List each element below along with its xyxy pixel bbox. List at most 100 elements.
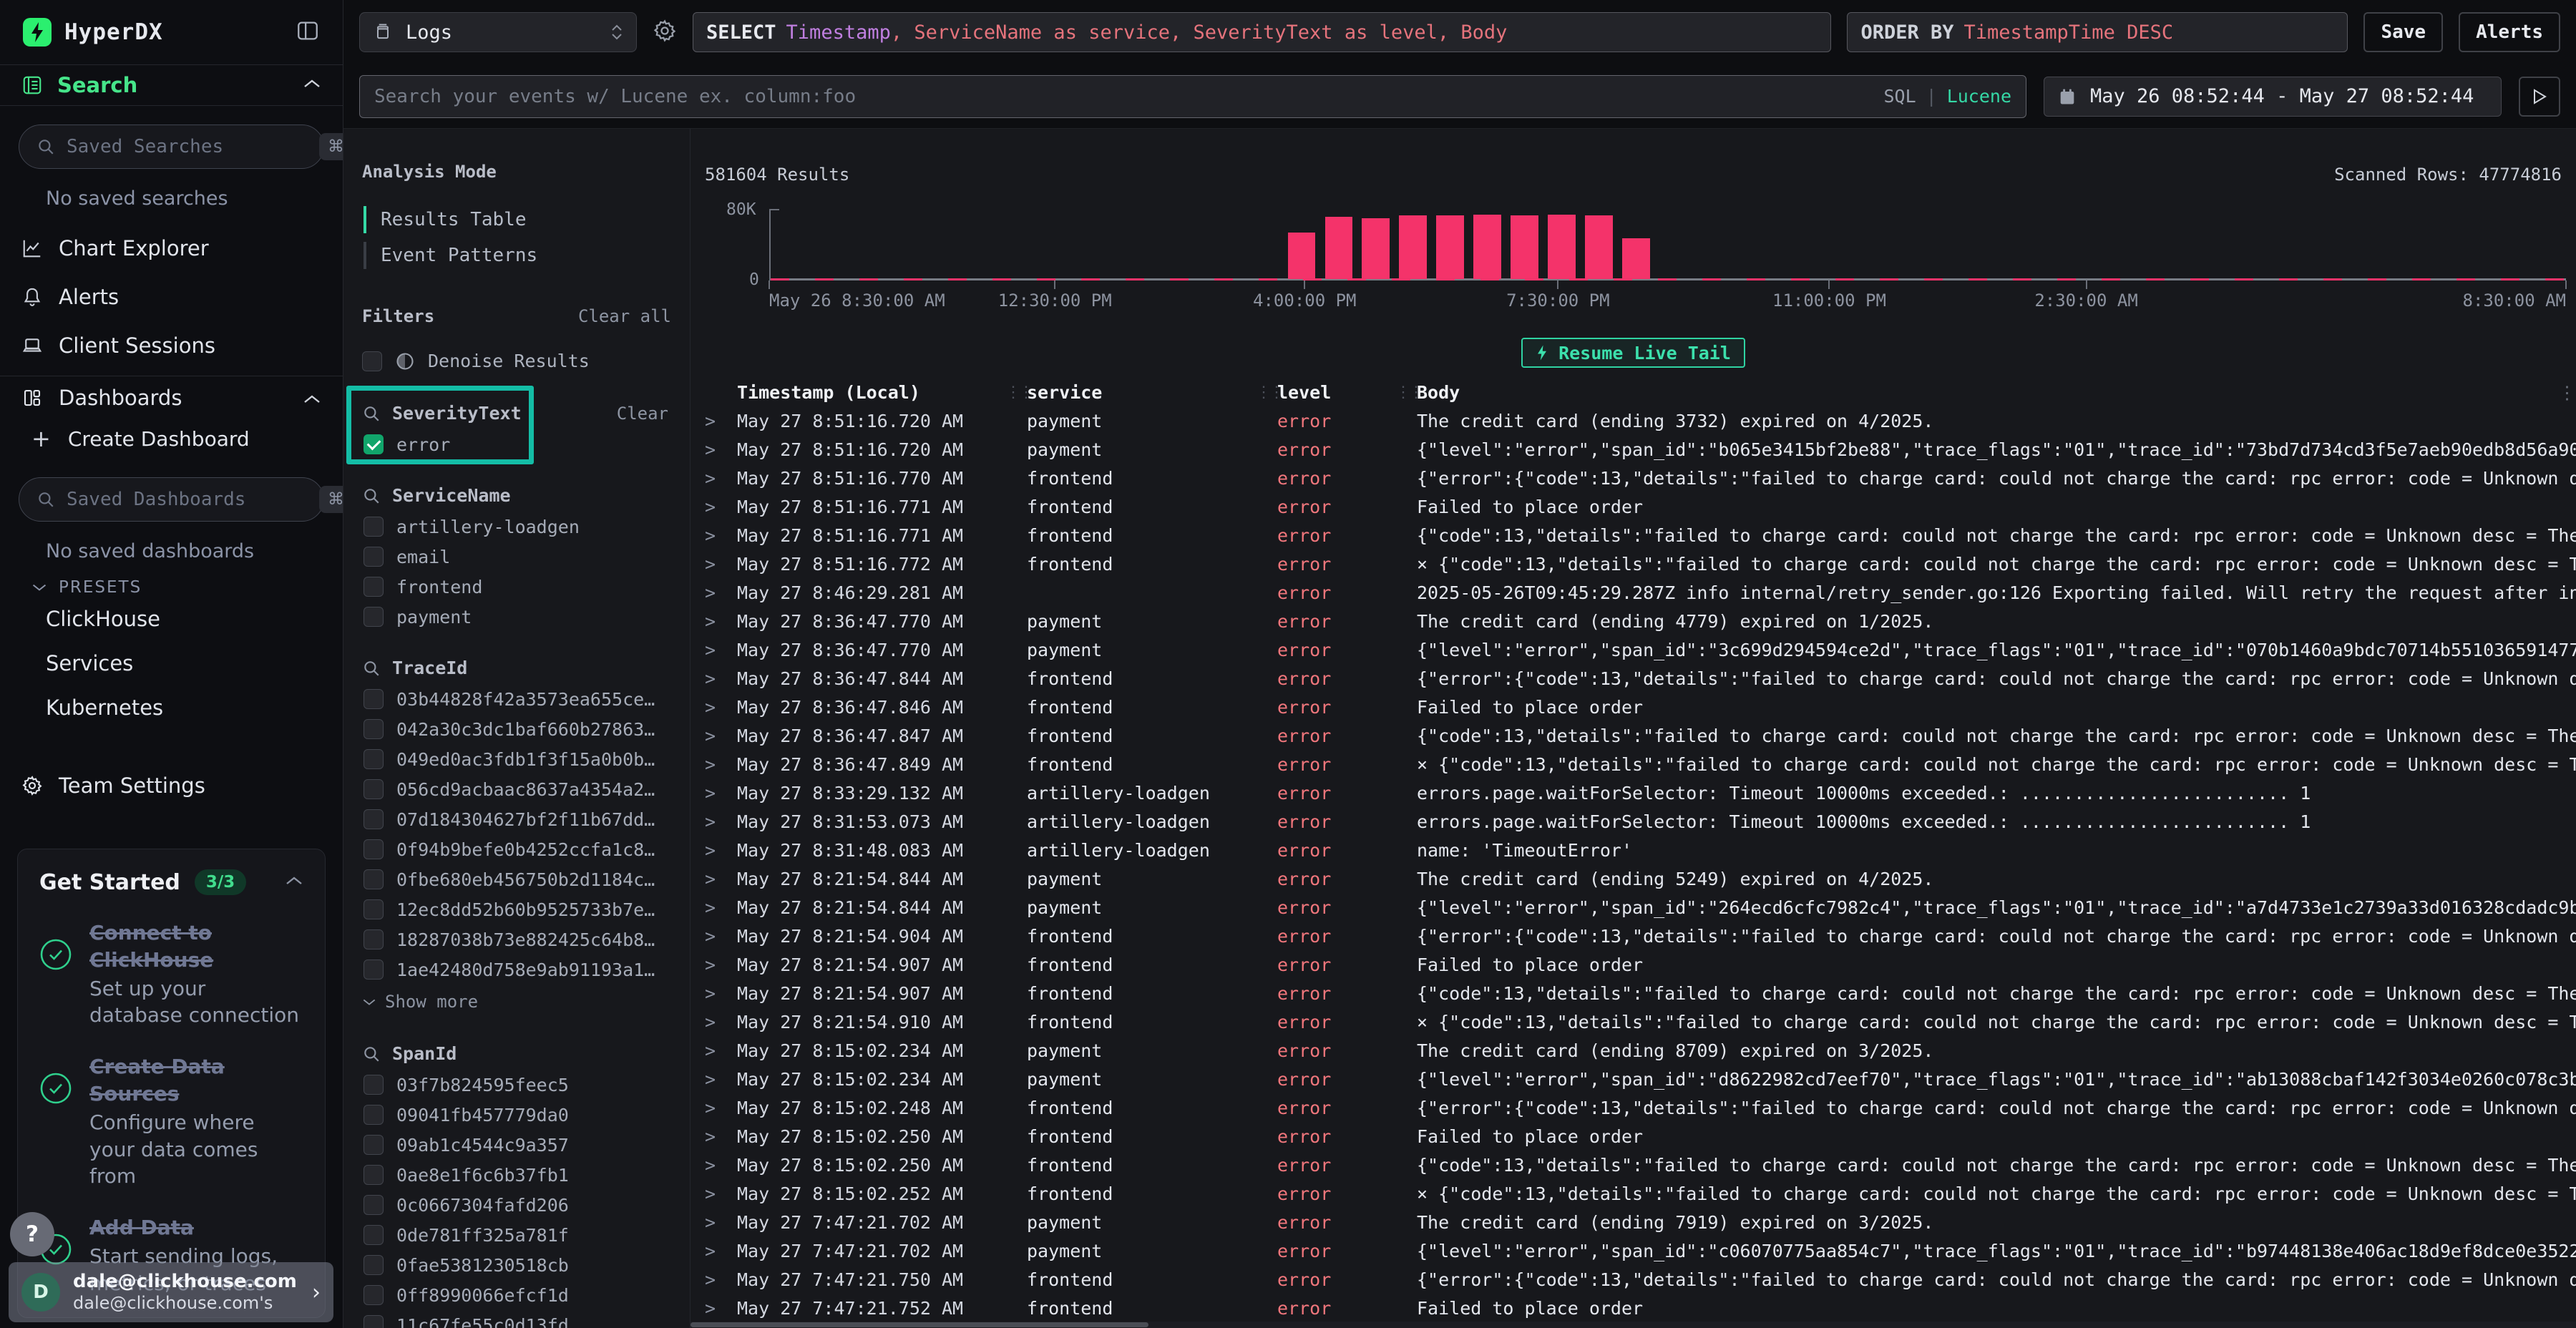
results-histogram[interactable]: 80K 0 xyxy=(769,209,2566,280)
checkbox[interactable] xyxy=(364,960,384,980)
table-row[interactable]: >May 27 8:36:47.770 AMpaymenterrorThe cr… xyxy=(705,607,2576,635)
user-menu[interactable]: D dale@clickhouse.com dale@clickhouse.co… xyxy=(9,1262,333,1322)
chevron-up-icon[interactable] xyxy=(303,78,321,92)
checkbox[interactable] xyxy=(364,779,384,799)
event-search-field[interactable] xyxy=(374,86,1883,107)
checkbox[interactable] xyxy=(364,1255,384,1275)
filter-value-row[interactable]: artillery-loadgen xyxy=(362,517,671,536)
table-row[interactable]: >May 27 8:21:54.907 AMfrontenderrorFaile… xyxy=(705,950,2576,979)
table-options-icon[interactable]: ⋮ xyxy=(2550,382,2576,403)
filter-value-row[interactable]: 0ae8e1f6c6b37fb1 xyxy=(362,1166,671,1184)
filter-value-row[interactable]: 0ff8990066efcf1d xyxy=(362,1286,671,1304)
saved-searches-input[interactable]: ⌘K xyxy=(19,125,324,169)
row-expand-chevron[interactable]: > xyxy=(705,754,737,775)
get-started-header[interactable]: Get Started 3/3 xyxy=(39,869,303,895)
table-row[interactable]: >May 27 8:15:02.248 AMfrontenderror{"err… xyxy=(705,1093,2576,1122)
filter-clear-link[interactable]: Clear xyxy=(617,404,668,424)
table-row[interactable]: >May 27 8:36:47.849 AMfrontenderror× {"c… xyxy=(705,750,2576,778)
chevron-up-icon[interactable] xyxy=(285,875,303,889)
row-expand-chevron[interactable]: > xyxy=(705,840,737,861)
denoise-results-checkbox[interactable]: Denoise Results xyxy=(362,351,671,371)
checkbox[interactable] xyxy=(364,434,384,454)
source-settings-gear-icon[interactable] xyxy=(653,19,677,46)
select-clause-editor[interactable]: SELECT Timestamp , ServiceName as servic… xyxy=(693,12,1831,52)
row-expand-chevron[interactable]: > xyxy=(705,582,737,603)
saved-dashboards-field[interactable] xyxy=(67,489,308,510)
sidebar-item-kubernetes[interactable]: Kubernetes xyxy=(0,685,343,730)
column-resize-handle[interactable]: ⋮⋮ xyxy=(1256,384,1277,401)
filter-value-row[interactable]: 0fae5381230518cb xyxy=(362,1256,671,1274)
row-expand-chevron[interactable]: > xyxy=(705,783,737,804)
table-row[interactable]: >May 27 8:33:29.132 AMartillery-loadgene… xyxy=(705,778,2576,807)
row-expand-chevron[interactable]: > xyxy=(705,954,737,975)
checkbox[interactable] xyxy=(364,1285,384,1305)
checkbox[interactable] xyxy=(364,719,384,739)
table-row[interactable]: >May 27 8:15:02.234 AMpaymenterrorThe cr… xyxy=(705,1036,2576,1065)
histogram-bar[interactable] xyxy=(1548,215,1576,279)
mode-sql-label[interactable]: SQL xyxy=(1883,86,1916,107)
table-row[interactable]: >May 27 8:51:16.720 AMpaymenterrorThe cr… xyxy=(705,406,2576,435)
table-row[interactable]: >May 27 8:51:16.771 AMfrontenderrorFaile… xyxy=(705,492,2576,521)
filter-value-row[interactable]: 049ed0ac3fdb1f3f15a0b0b… xyxy=(362,750,671,768)
histogram-bar[interactable] xyxy=(1511,215,1538,279)
row-expand-chevron[interactable]: > xyxy=(705,1183,737,1204)
filter-value-row[interactable]: 03b44828f42a3573ea655ce… xyxy=(362,690,671,708)
source-select[interactable]: Logs xyxy=(359,12,637,52)
help-button[interactable]: ? xyxy=(10,1212,54,1256)
histogram-bar[interactable] xyxy=(1585,215,1613,279)
checkbox[interactable] xyxy=(364,1105,384,1125)
table-row[interactable]: >May 27 8:21:54.844 AMpaymenterror{"leve… xyxy=(705,893,2576,922)
date-range-picker[interactable]: May 26 08:52:44 - May 27 08:52:44 xyxy=(2044,77,2502,117)
table-row[interactable]: >May 27 7:47:21.752 AMfrontenderrorFaile… xyxy=(705,1294,2576,1322)
column-resize-handle[interactable]: ⋮⋮ xyxy=(1005,384,1027,401)
save-button[interactable]: Save xyxy=(2363,12,2443,52)
row-expand-chevron[interactable]: > xyxy=(705,1069,737,1090)
row-expand-chevron[interactable]: > xyxy=(705,439,737,460)
table-row[interactable]: >May 27 8:51:16.770 AMfrontenderror{"err… xyxy=(705,464,2576,492)
histogram-bar[interactable] xyxy=(1362,218,1390,279)
sidebar-item-team-settings[interactable]: Team Settings xyxy=(0,763,343,809)
row-expand-chevron[interactable]: > xyxy=(705,1241,737,1261)
row-expand-chevron[interactable]: > xyxy=(705,1269,737,1290)
event-search-input[interactable]: SQL | Lucene xyxy=(359,75,2026,118)
column-header-timestamp[interactable]: Timestamp (Local) xyxy=(737,382,1005,403)
row-expand-chevron[interactable]: > xyxy=(705,468,737,489)
mode-lucene-label[interactable]: Lucene xyxy=(1947,86,2011,107)
filter-value-row[interactable]: 0de781ff325a781f xyxy=(362,1226,671,1244)
alerts-button[interactable]: Alerts xyxy=(2459,12,2560,52)
checkbox[interactable] xyxy=(364,1075,384,1095)
table-row[interactable]: >May 27 8:15:02.252 AMfrontenderror× {"c… xyxy=(705,1179,2576,1208)
row-expand-chevron[interactable]: > xyxy=(705,897,737,918)
row-expand-chevron[interactable]: > xyxy=(705,668,737,689)
filter-value-row[interactable]: 07d184304627bf2f11b67dd… xyxy=(362,810,671,829)
row-expand-chevron[interactable]: > xyxy=(705,811,737,832)
checkbox[interactable] xyxy=(364,517,384,537)
filter-value-row[interactable]: error xyxy=(362,435,671,454)
row-expand-chevron[interactable]: > xyxy=(705,1098,737,1118)
table-row[interactable]: >May 27 8:31:48.083 AMartillery-loadgene… xyxy=(705,836,2576,864)
filter-value-row[interactable]: 042a30c3dc1baf660b27863… xyxy=(362,720,671,738)
table-row[interactable]: >May 27 8:51:16.772 AMfrontenderror× {"c… xyxy=(705,550,2576,578)
show-more-link[interactable]: Show more xyxy=(362,992,671,1012)
column-header-service[interactable]: service xyxy=(1027,382,1256,403)
order-by-editor[interactable]: ORDER BY TimestampTime DESC xyxy=(1847,12,2348,52)
chevron-up-icon[interactable] xyxy=(303,386,321,410)
row-expand-chevron[interactable]: > xyxy=(705,926,737,947)
filter-value-row[interactable]: 03f7b824595feec5 xyxy=(362,1075,671,1094)
resume-live-tail-button[interactable]: Resume Live Tail xyxy=(1521,338,1745,368)
sidebar-item-search[interactable]: Search xyxy=(0,64,343,106)
filter-value-row[interactable]: 09ab1c4544c9a357 xyxy=(362,1136,671,1154)
table-row[interactable]: >May 27 7:47:21.702 AMpaymenterror{"leve… xyxy=(705,1236,2576,1265)
table-row[interactable]: >May 27 8:36:47.770 AMpaymenterror{"leve… xyxy=(705,635,2576,664)
row-expand-chevron[interactable]: > xyxy=(705,1126,737,1147)
row-expand-chevron[interactable]: > xyxy=(705,1298,737,1319)
checkbox[interactable] xyxy=(364,869,384,889)
row-expand-chevron[interactable]: > xyxy=(705,983,737,1004)
filter-value-row[interactable]: email xyxy=(362,547,671,566)
filter-value-row[interactable]: 0f94b9befe0b4252ccfa1c8… xyxy=(362,840,671,859)
table-row[interactable]: >May 27 8:36:47.847 AMfrontenderror{"cod… xyxy=(705,721,2576,750)
row-expand-chevron[interactable]: > xyxy=(705,497,737,517)
row-expand-chevron[interactable]: > xyxy=(705,554,737,575)
table-row[interactable]: >May 27 8:31:53.073 AMartillery-loadgene… xyxy=(705,807,2576,836)
column-header-body[interactable]: Body xyxy=(1417,382,2550,403)
